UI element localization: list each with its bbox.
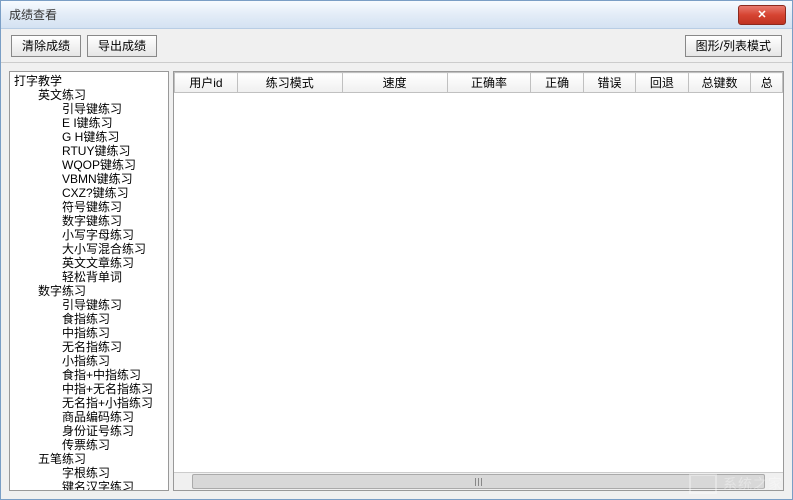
column-header[interactable]: 用户id bbox=[175, 73, 238, 93]
tree-node[interactable]: 中指+无名指练习 bbox=[12, 382, 166, 396]
app-window: 成绩查看 ✕ 清除成绩 导出成绩 图形/列表模式 打字教学英文练习引导键练习E … bbox=[0, 0, 793, 500]
column-header[interactable]: 错误 bbox=[583, 73, 635, 93]
toggle-view-button[interactable]: 图形/列表模式 bbox=[685, 35, 782, 57]
tree-node[interactable]: 食指练习 bbox=[12, 312, 166, 326]
column-header[interactable]: 总 bbox=[751, 73, 783, 93]
tree-node[interactable]: 小写字母练习 bbox=[12, 228, 166, 242]
column-header[interactable]: 总键数 bbox=[688, 73, 751, 93]
tree-node[interactable]: 引导键练习 bbox=[12, 102, 166, 116]
tree-node[interactable]: 商品编码练习 bbox=[12, 410, 166, 424]
tree-node[interactable]: 小指练习 bbox=[12, 354, 166, 368]
tree-node[interactable]: 传票练习 bbox=[12, 438, 166, 452]
tree-panel: 打字教学英文练习引导键练习E I键练习G H键练习RTUY键练习WQOP键练习V… bbox=[9, 71, 169, 491]
content-area: 打字教学英文练习引导键练习E I键练习G H键练习RTUY键练习WQOP键练习V… bbox=[1, 63, 792, 499]
close-button[interactable]: ✕ bbox=[738, 5, 786, 25]
tree-node[interactable]: RTUY键练习 bbox=[12, 144, 166, 158]
column-header[interactable]: 回退 bbox=[636, 73, 688, 93]
column-header[interactable]: 正确 bbox=[531, 73, 583, 93]
tree-node[interactable]: 身份证号练习 bbox=[12, 424, 166, 438]
table-header-row: 用户id练习模式速度正确率正确错误回退总键数总 bbox=[175, 73, 783, 93]
tree-node[interactable]: 符号键练习 bbox=[12, 200, 166, 214]
scrollbar-thumb[interactable] bbox=[192, 474, 765, 489]
results-table: 用户id练习模式速度正确率正确错误回退总键数总 bbox=[174, 72, 783, 93]
clear-results-button[interactable]: 清除成绩 bbox=[11, 35, 81, 57]
tree-node[interactable]: 字根练习 bbox=[12, 466, 166, 480]
tree-node[interactable]: 引导键练习 bbox=[12, 298, 166, 312]
tree-node[interactable]: 键名汉字练习 bbox=[12, 480, 166, 490]
export-results-button[interactable]: 导出成绩 bbox=[87, 35, 157, 57]
tree-node[interactable]: 数字键练习 bbox=[12, 214, 166, 228]
horizontal-scrollbar[interactable] bbox=[174, 472, 783, 490]
column-header[interactable]: 练习模式 bbox=[237, 73, 342, 93]
tree-node[interactable]: 打字教学 bbox=[12, 74, 166, 88]
tree-node[interactable]: 英文练习 bbox=[12, 88, 166, 102]
column-header[interactable]: 速度 bbox=[342, 73, 447, 93]
tree-node[interactable]: 无名指+小指练习 bbox=[12, 396, 166, 410]
close-icon: ✕ bbox=[757, 8, 766, 21]
toolbar: 清除成绩 导出成绩 图形/列表模式 bbox=[1, 29, 792, 63]
tree-node[interactable]: E I键练习 bbox=[12, 116, 166, 130]
tree-node[interactable]: 无名指练习 bbox=[12, 340, 166, 354]
titlebar: 成绩查看 ✕ bbox=[1, 1, 792, 29]
tree-node[interactable]: 轻松背单词 bbox=[12, 270, 166, 284]
tree-node[interactable]: 英文文章练习 bbox=[12, 256, 166, 270]
tree-node[interactable]: G H键练习 bbox=[12, 130, 166, 144]
tree-node[interactable]: 数字练习 bbox=[12, 284, 166, 298]
tree-view[interactable]: 打字教学英文练习引导键练习E I键练习G H键练习RTUY键练习WQOP键练习V… bbox=[10, 72, 168, 490]
table-panel: 用户id练习模式速度正确率正确错误回退总键数总 bbox=[173, 71, 784, 491]
tree-node[interactable]: WQOP键练习 bbox=[12, 158, 166, 172]
tree-node[interactable]: CXZ?键练习 bbox=[12, 186, 166, 200]
tree-node[interactable]: 中指练习 bbox=[12, 326, 166, 340]
tree-node[interactable]: 五笔练习 bbox=[12, 452, 166, 466]
tree-node[interactable]: VBMN键练习 bbox=[12, 172, 166, 186]
window-title: 成绩查看 bbox=[9, 6, 57, 23]
column-header[interactable]: 正确率 bbox=[447, 73, 531, 93]
tree-node[interactable]: 大小写混合练习 bbox=[12, 242, 166, 256]
tree-node[interactable]: 食指+中指练习 bbox=[12, 368, 166, 382]
